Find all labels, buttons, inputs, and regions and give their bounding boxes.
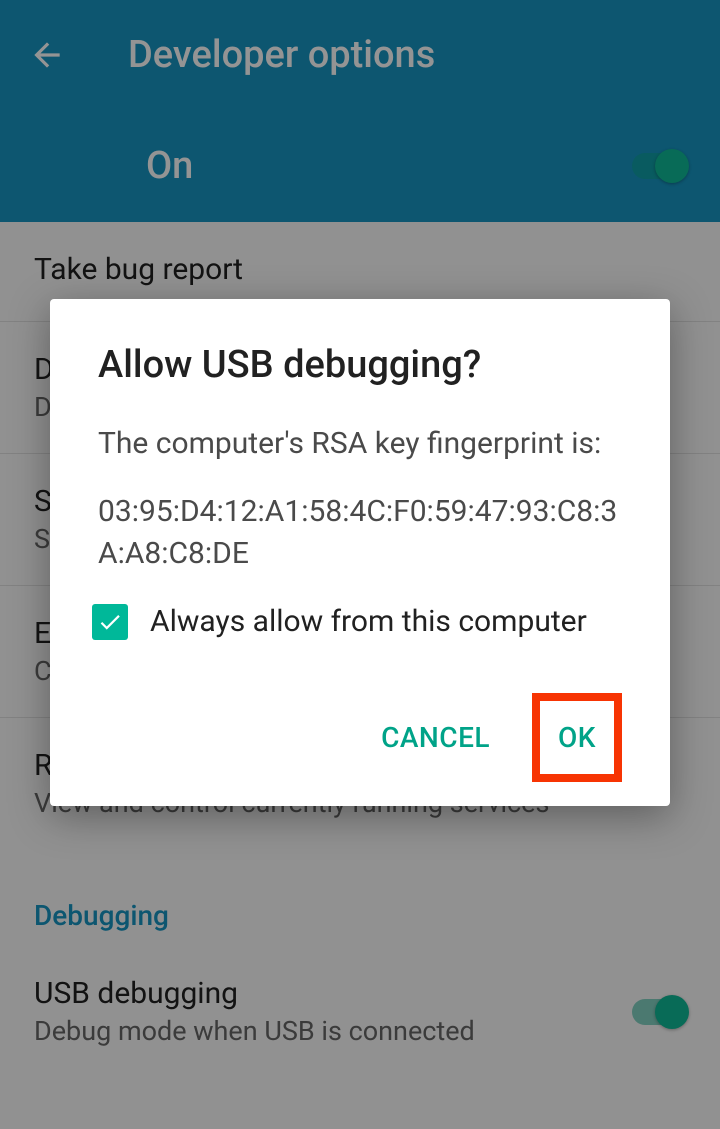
- rsa-fingerprint: 03:95:D4:12:A1:58:4C:F0:59:47:93:C8:3A:A…: [98, 491, 622, 575]
- dialog-body: The computer's RSA key fingerprint is: 0…: [98, 423, 622, 643]
- ok-highlight-box: OK: [532, 693, 622, 782]
- usb-debugging-dialog: Allow USB debugging? The computer's RSA …: [50, 299, 670, 806]
- dialog-title: Allow USB debugging?: [98, 343, 622, 387]
- dialog-message: The computer's RSA key fingerprint is:: [98, 423, 622, 465]
- always-allow-checkbox[interactable]: [92, 604, 128, 640]
- cancel-button[interactable]: CANCEL: [357, 705, 514, 770]
- checkmark-icon: [97, 609, 123, 635]
- always-allow-label: Always allow from this computer: [150, 601, 587, 643]
- dialog-actions: CANCEL OK: [98, 693, 622, 782]
- always-allow-row[interactable]: Always allow from this computer: [92, 601, 622, 643]
- ok-button[interactable]: OK: [540, 711, 614, 764]
